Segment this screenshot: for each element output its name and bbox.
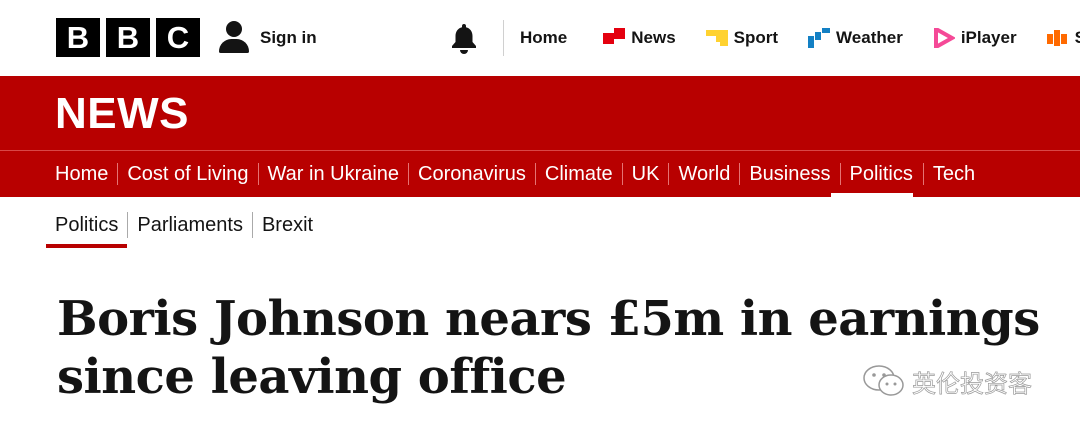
- global-nav-home-label: Home: [520, 28, 568, 47]
- section-nav-item[interactable]: Home: [55, 151, 108, 197]
- logo-letter: B: [106, 18, 150, 57]
- sub-nav-item-active[interactable]: Politics: [46, 205, 128, 248]
- sub-nav-item[interactable]: Parliaments: [127, 212, 252, 238]
- global-nav-iplayer[interactable]: iPlayer: [933, 28, 1017, 48]
- section-nav-item[interactable]: War in Ukraine: [249, 151, 400, 197]
- sign-in-label: Sign in: [260, 28, 317, 47]
- bbc-logo[interactable]: B B C: [56, 18, 200, 57]
- section-nav-item[interactable]: Business: [730, 151, 830, 197]
- global-nav-news[interactable]: News: [603, 28, 676, 48]
- headline-line: Boris Johnson nears £5m in earnings: [57, 291, 1040, 347]
- section-nav: Home Cost of Living War in Ukraine Coron…: [0, 150, 1080, 197]
- wechat-icon: [863, 365, 904, 396]
- sport-icon: [705, 30, 728, 46]
- news-masthead[interactable]: NEWS: [55, 89, 189, 139]
- iplayer-icon: [933, 28, 955, 48]
- global-nav-weather[interactable]: Weather: [808, 28, 903, 48]
- section-nav-item[interactable]: Tech: [913, 151, 975, 197]
- sounds-icon: [1046, 30, 1067, 46]
- global-nav: Home News Sport Weather iPlayer: [520, 20, 1080, 56]
- global-nav-sport-label: Sport: [733, 28, 779, 47]
- logo-letter: C: [156, 18, 200, 57]
- sub-nav-item[interactable]: Brexit: [251, 212, 322, 238]
- notification-bell-icon[interactable]: [449, 22, 479, 54]
- global-nav-sport[interactable]: Sport: [705, 28, 779, 48]
- section-nav-item[interactable]: Climate: [526, 151, 613, 197]
- global-nav-iplayer-label: iPlayer: [960, 28, 1017, 47]
- news-banner: NEWS: [0, 76, 1080, 150]
- user-icon: [218, 21, 250, 55]
- section-nav-item-active[interactable]: Politics: [830, 151, 914, 197]
- sub-nav: Politics Parliaments Brexit: [46, 205, 322, 248]
- global-nav-weather-label: Weather: [836, 28, 903, 47]
- global-header: B B C Sign in Home News Sport Weather iP…: [0, 0, 1080, 76]
- logo-letter: B: [56, 18, 100, 57]
- sign-in-button[interactable]: Sign in: [218, 20, 317, 56]
- section-nav-item[interactable]: World: [659, 151, 730, 197]
- section-nav-item[interactable]: UK: [613, 151, 660, 197]
- watermark: 英伦投资客: [862, 363, 1032, 399]
- header-divider: [503, 20, 504, 56]
- section-nav-item[interactable]: Cost of Living: [108, 151, 248, 197]
- news-icon: [603, 28, 626, 44]
- weather-icon: [808, 28, 831, 48]
- section-nav-item[interactable]: Coronavirus: [399, 151, 526, 197]
- watermark-text: 英伦投资客: [912, 369, 1033, 398]
- global-nav-sounds-label: S: [1075, 28, 1080, 48]
- global-nav-news-label: News: [631, 28, 676, 47]
- global-nav-sounds[interactable]: S: [1046, 28, 1080, 48]
- headline-line: since leaving office: [57, 349, 567, 405]
- global-nav-home[interactable]: Home: [520, 28, 567, 48]
